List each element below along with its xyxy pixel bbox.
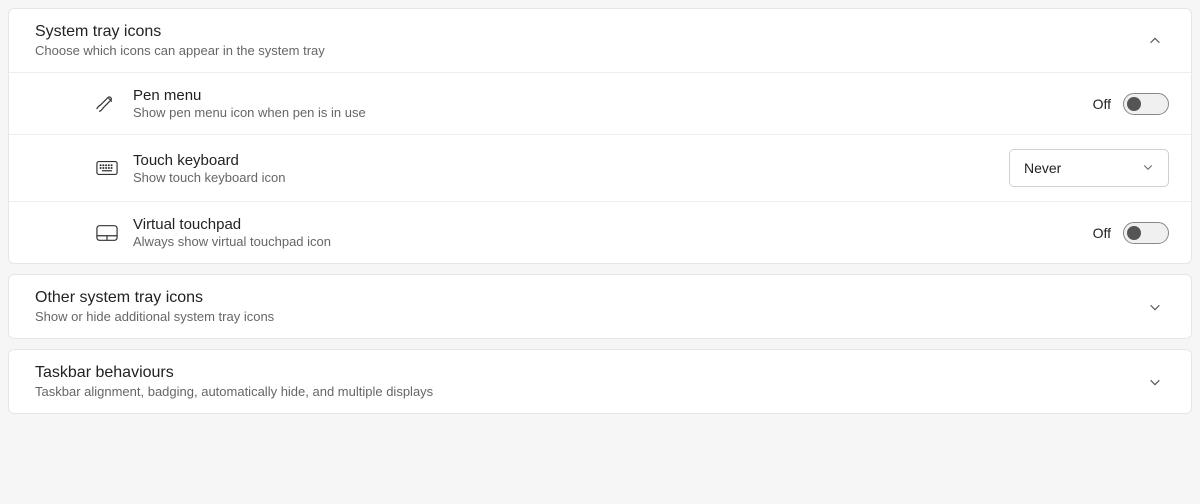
row-desc: Always show virtual touchpad icon xyxy=(133,234,1093,249)
section-title: System tray icons xyxy=(35,23,1141,41)
chevron-up-icon[interactable] xyxy=(1141,27,1169,55)
toggle-virtual-touchpad[interactable] xyxy=(1123,222,1169,244)
row-desc: Show pen menu icon when pen is in use xyxy=(133,105,1093,120)
section-header-text: Other system tray icons Show or hide add… xyxy=(35,289,1141,324)
row-control: Off xyxy=(1093,93,1169,115)
keyboard-icon xyxy=(95,156,119,180)
section-header-system-tray[interactable]: System tray icons Choose which icons can… xyxy=(9,9,1191,72)
section-subtitle: Show or hide additional system tray icon… xyxy=(35,309,1141,324)
row-virtual-touchpad: Virtual touchpad Always show virtual tou… xyxy=(9,201,1191,263)
row-title: Touch keyboard xyxy=(133,152,1009,169)
section-header-other-tray[interactable]: Other system tray icons Show or hide add… xyxy=(9,275,1191,338)
section-title: Other system tray icons xyxy=(35,289,1141,307)
row-title: Virtual touchpad xyxy=(133,216,1093,233)
toggle-state-label: Off xyxy=(1093,96,1111,112)
section-system-tray-icons: System tray icons Choose which icons can… xyxy=(8,8,1192,264)
row-desc: Show touch keyboard icon xyxy=(133,170,1009,185)
section-subtitle: Choose which icons can appear in the sys… xyxy=(35,43,1141,58)
row-body: Touch keyboard Show touch keyboard icon xyxy=(133,152,1009,185)
select-touch-keyboard[interactable]: Never xyxy=(1009,149,1169,187)
section-header-taskbar-behaviours[interactable]: Taskbar behaviours Taskbar alignment, ba… xyxy=(9,350,1191,413)
row-title: Pen menu xyxy=(133,87,1093,104)
system-tray-items: Pen menu Show pen menu icon when pen is … xyxy=(9,72,1191,263)
row-control: Never xyxy=(1009,149,1169,187)
toggle-state-label: Off xyxy=(1093,225,1111,241)
row-touch-keyboard: Touch keyboard Show touch keyboard icon … xyxy=(9,134,1191,201)
chevron-down-icon xyxy=(1142,160,1154,176)
section-subtitle: Taskbar alignment, badging, automaticall… xyxy=(35,384,1141,399)
section-title: Taskbar behaviours xyxy=(35,364,1141,382)
select-value: Never xyxy=(1024,160,1061,176)
row-body: Pen menu Show pen menu icon when pen is … xyxy=(133,87,1093,120)
section-taskbar-behaviours[interactable]: Taskbar behaviours Taskbar alignment, ba… xyxy=(8,349,1192,414)
row-control: Off xyxy=(1093,222,1169,244)
touchpad-icon xyxy=(95,221,119,245)
section-header-text: Taskbar behaviours Taskbar alignment, ba… xyxy=(35,364,1141,399)
toggle-pen-menu[interactable] xyxy=(1123,93,1169,115)
section-header-text: System tray icons Choose which icons can… xyxy=(35,23,1141,58)
row-body: Virtual touchpad Always show virtual tou… xyxy=(133,216,1093,249)
row-pen-menu: Pen menu Show pen menu icon when pen is … xyxy=(9,72,1191,134)
chevron-down-icon[interactable] xyxy=(1141,293,1169,321)
pen-icon xyxy=(95,92,119,116)
section-other-system-tray-icons[interactable]: Other system tray icons Show or hide add… xyxy=(8,274,1192,339)
chevron-down-icon[interactable] xyxy=(1141,368,1169,396)
